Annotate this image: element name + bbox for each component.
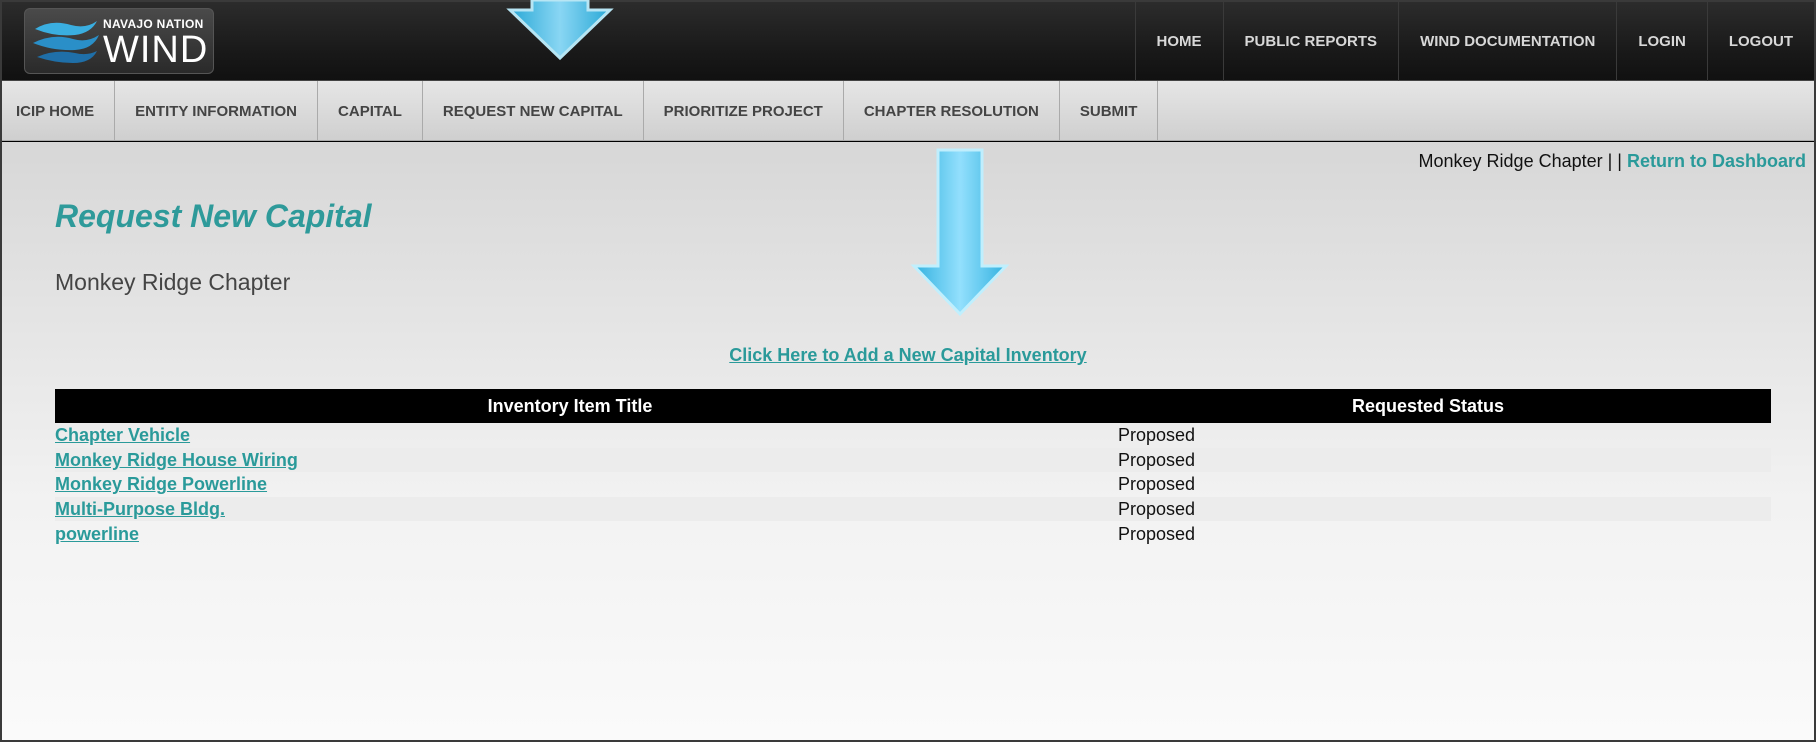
annotation-arrow-center-icon — [910, 148, 1010, 317]
inventory-item-status: Proposed — [1085, 496, 1771, 522]
inventory-item-link[interactable]: Monkey Ridge Powerline — [55, 474, 267, 494]
subnav-icip-home[interactable]: ICIP HOME — [2, 81, 116, 141]
wave-icon — [33, 21, 99, 63]
page-title: Request New Capital — [55, 198, 372, 234]
inventory-item-status: Proposed — [1085, 447, 1771, 473]
table-row: Chapter Vehicle Proposed — [55, 423, 1771, 448]
add-capital-inventory: Click Here to Add a New Capital Inventor… — [2, 345, 1814, 366]
table-row: powerline Proposed — [55, 521, 1771, 546]
subnav-request-new-capital[interactable]: REQUEST NEW CAPITAL — [423, 81, 644, 141]
add-capital-inventory-link[interactable]: Click Here to Add a New Capital Inventor… — [729, 345, 1086, 365]
table-header-row: Inventory Item Title Requested Status — [55, 389, 1771, 423]
table-row: Monkey Ridge House Wiring Proposed — [55, 447, 1771, 473]
column-header-title: Inventory Item Title — [55, 389, 1085, 423]
subnav-entity-information[interactable]: ENTITY INFORMATION — [115, 81, 319, 141]
chapter-name: Monkey Ridge Chapter — [1418, 151, 1603, 171]
header-separator: | | — [1602, 151, 1627, 171]
table-row: Monkey Ridge Powerline Proposed — [55, 472, 1771, 497]
topnav-home[interactable]: HOME — [1134, 2, 1223, 81]
top-bar: NAVAJO NATION WIND HOME PUBLIC REPORTS W… — [2, 2, 1814, 81]
inventory-item-status: Proposed — [1118, 523, 1196, 544]
annotation-arrow-top-icon — [506, 0, 614, 61]
inventory-table: Inventory Item Title Requested Status Ch… — [55, 389, 1771, 546]
subnav-submit[interactable]: SUBMIT — [1060, 81, 1159, 141]
chapter-header: Monkey Ridge Chapter | | Return to Dashb… — [1419, 151, 1806, 172]
inventory-item-link[interactable]: Monkey Ridge House Wiring — [55, 450, 298, 470]
inventory-item-status: Proposed — [1118, 474, 1196, 495]
navajo-wind-logo[interactable]: NAVAJO NATION WIND — [24, 8, 214, 74]
top-nav: HOME PUBLIC REPORTS WIND DOCUMENTATION L… — [1134, 2, 1814, 81]
subnav-chapter-resolution[interactable]: CHAPTER RESOLUTION — [844, 81, 1060, 141]
subnav-capital[interactable]: CAPITAL — [318, 81, 423, 141]
return-to-dashboard-link[interactable]: Return to Dashboard — [1627, 151, 1806, 171]
topnav-logout[interactable]: LOGOUT — [1706, 2, 1814, 81]
topnav-wind-documentation[interactable]: WIND DOCUMENTATION — [1398, 2, 1616, 81]
inventory-item-link[interactable]: powerline — [55, 524, 139, 544]
column-header-status: Requested Status — [1085, 389, 1771, 423]
table-row: Multi-Purpose Bldg. Proposed — [55, 496, 1771, 522]
topnav-public-reports[interactable]: PUBLIC REPORTS — [1222, 2, 1399, 81]
logo-main-text: WIND — [103, 29, 209, 71]
inventory-item-link[interactable]: Chapter Vehicle — [55, 425, 190, 445]
sub-nav: ICIP HOME ENTITY INFORMATION CAPITAL REQ… — [2, 81, 1814, 141]
subnav-prioritize-project[interactable]: PRIORITIZE PROJECT — [644, 81, 844, 141]
page-subtitle: Monkey Ridge Chapter — [55, 269, 291, 295]
topnav-login[interactable]: LOGIN — [1616, 2, 1707, 81]
inventory-item-link[interactable]: Multi-Purpose Bldg. — [55, 499, 225, 519]
inventory-item-status: Proposed — [1118, 425, 1196, 446]
main-content: Monkey Ridge Chapter | | Return to Dashb… — [2, 142, 1814, 740]
